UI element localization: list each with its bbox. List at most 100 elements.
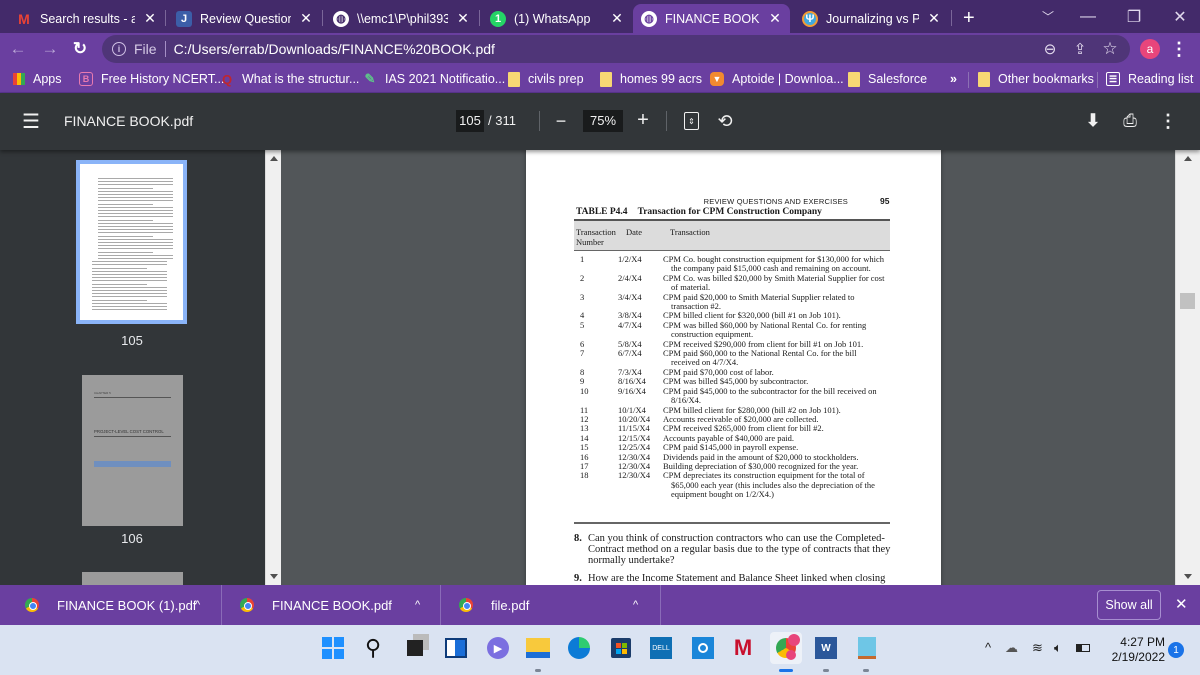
bookmark-free-history[interactable]: B Free History NCERT... — [79, 69, 224, 89]
cortana-icon[interactable] — [690, 635, 716, 661]
info-icon[interactable]: i — [112, 42, 126, 56]
close-tab-icon[interactable]: ✕ — [299, 10, 313, 27]
scroll-down-icon[interactable] — [269, 574, 278, 579]
bookmark-ias[interactable]: ✎ IAS 2021 Notificatio... — [363, 69, 506, 89]
close-window-button[interactable]: ✕ — [1157, 0, 1200, 33]
search-icon[interactable]: ⚲ — [360, 635, 386, 661]
ms-store-icon[interactable] — [608, 635, 634, 661]
mcafee-icon[interactable]: M — [730, 635, 756, 661]
sidebar-scrollbar[interactable] — [265, 150, 281, 585]
chrome-icon — [25, 598, 39, 612]
rotate-button[interactable]: ⟲ — [714, 109, 736, 133]
battery-icon[interactable] — [1076, 640, 1090, 652]
address-bar[interactable]: i File C:/Users/errab/Downloads/FINANCE%… — [102, 35, 1130, 63]
print-button[interactable]: ⎙ — [1119, 109, 1141, 133]
chrome-taskbar-icon[interactable] — [770, 632, 802, 664]
download-item[interactable]: file.pdf ^ — [441, 585, 661, 625]
widgets-icon[interactable] — [443, 635, 469, 661]
bookmark-aptoide[interactable]: ▼ Aptoide | Downloa... — [710, 69, 844, 89]
reading-list[interactable]: ☰ Reading list — [1106, 69, 1193, 89]
transaction-number: 18 — [580, 470, 589, 481]
show-hidden-icons[interactable]: ^ — [985, 640, 991, 655]
tab-emc-share[interactable]: ◍ \\emc1\P\phil3931\ ✕ — [325, 4, 478, 33]
bookmark-star-icon[interactable]: ☆ — [1100, 39, 1120, 59]
share-icon[interactable]: ⇪ — [1070, 39, 1090, 59]
page-number-input[interactable]: 105 — [456, 110, 484, 132]
notepad-icon[interactable] — [854, 635, 880, 661]
forward-button[interactable]: → — [38, 37, 62, 61]
close-tab-icon[interactable]: ✕ — [456, 10, 470, 27]
url-scheme: File — [134, 41, 157, 57]
wifi-icon[interactable]: ≋ — [1032, 640, 1043, 656]
transaction-date: 2/4/X4 — [618, 272, 642, 283]
browser-menu-icon[interactable]: ⋮ — [1170, 37, 1188, 61]
tab-gmail[interactable]: M Search results - aks ✕ — [8, 4, 165, 33]
transaction-text: CPM Co. was billed $20,000 by Smith Mate… — [663, 272, 885, 293]
bookmark-quora[interactable]: Q What is the structur... — [220, 69, 359, 89]
show-all-button[interactable]: Show all — [1097, 590, 1161, 620]
tab-whatsapp[interactable]: 1 (1) WhatsApp ✕ — [482, 4, 632, 33]
tab-finance-book[interactable]: ◍ FINANCE BOOK.pdf ✕ — [633, 4, 790, 33]
chevron-up-icon[interactable]: ^ — [633, 599, 638, 611]
reload-button[interactable]: ↻ — [68, 37, 92, 61]
transaction-text: CPM depreciates its construction equipme… — [663, 470, 875, 500]
back-button[interactable]: ← — [6, 37, 30, 61]
table-row: 18 12/30/X4 CPM depreciates its constructi… — [574, 471, 890, 499]
bookmarks-overflow-button[interactable]: » — [950, 69, 957, 89]
profile-avatar[interactable]: a — [1140, 39, 1160, 59]
bookmark-homes[interactable]: homes 99 acrs — [600, 69, 702, 89]
bookmark-apps[interactable]: Apps — [13, 69, 62, 89]
close-shelf-icon[interactable]: ✕ — [1175, 595, 1188, 613]
close-tab-icon[interactable]: ✕ — [927, 10, 941, 27]
download-button[interactable]: ⬇ — [1083, 109, 1103, 133]
scroll-down-icon[interactable] — [1184, 574, 1192, 579]
system-clock[interactable]: 4:27 PM 2/19/2022 — [1105, 635, 1165, 665]
new-tab-button[interactable]: + — [955, 4, 985, 33]
dell-icon[interactable]: DELL — [648, 635, 674, 661]
minimize-button[interactable]: — — [1065, 0, 1111, 33]
zoom-out-button[interactable]: − — [551, 109, 571, 133]
chevron-up-icon[interactable]: ^ — [415, 599, 420, 611]
edge-icon[interactable] — [566, 635, 592, 661]
tab-review-questions[interactable]: J Review Questions, C ✕ — [168, 4, 321, 33]
thumbnail-page-105[interactable] — [76, 160, 187, 324]
notification-badge[interactable]: 1 — [1168, 642, 1184, 658]
menu-hamburger-icon[interactable]: ☰ — [20, 109, 42, 133]
other-bookmarks[interactable]: Other bookmarks — [978, 69, 1094, 89]
close-tab-icon[interactable]: ✕ — [768, 10, 782, 27]
download-item[interactable]: FINANCE BOOK (1).pdf ^ — [0, 585, 222, 625]
teams-chat-icon[interactable]: ▶ — [485, 635, 511, 661]
thumbnail-page-106[interactable]: CHAPTER 5 PROJECT-LEVEL COST CONTROL — [82, 375, 183, 526]
bookmark-civils-prep[interactable]: civils prep — [508, 69, 584, 89]
task-view-icon[interactable] — [402, 635, 428, 661]
chevron-down-icon: ﹀ — [1041, 10, 1054, 24]
pdf-title: FINANCE BOOK.pdf — [64, 113, 194, 129]
more-actions-icon[interactable]: ⋮ — [1159, 109, 1177, 133]
download-item[interactable]: FINANCE BOOK.pdf ^ — [222, 585, 441, 625]
url-text[interactable]: C:/Users/errab/Downloads/FINANCE%20BOOK.… — [174, 41, 495, 57]
zoom-level-input[interactable]: 75% — [583, 110, 623, 132]
scroll-up-icon[interactable] — [269, 156, 278, 161]
file-explorer-icon[interactable] — [525, 635, 551, 661]
thumbnail-page-107[interactable] — [82, 572, 183, 585]
thumbnail-text-line — [92, 306, 167, 307]
tab-journalizing[interactable]: Ψ Journalizing vs Post ✕ — [794, 4, 949, 33]
page-total: / 311 — [488, 113, 516, 128]
volume-icon[interactable]: 🔈︎ — [1054, 640, 1062, 656]
main-scrollbar[interactable] — [1175, 150, 1200, 585]
onedrive-icon[interactable]: ☁ — [1005, 640, 1018, 656]
scrollbar-thumb[interactable] — [1180, 293, 1195, 309]
zoom-out-icon[interactable]: ⊖ — [1040, 39, 1060, 59]
zoom-in-button[interactable]: + — [633, 108, 653, 132]
scroll-up-icon[interactable] — [1184, 156, 1192, 161]
restore-button[interactable]: ❐ — [1111, 0, 1157, 33]
close-tab-icon[interactable]: ✕ — [610, 10, 624, 27]
fit-to-page-button[interactable]: ⇕ — [684, 112, 699, 130]
chevron-up-icon[interactable]: ^ — [195, 599, 200, 611]
windows-start-icon[interactable] — [320, 635, 346, 661]
close-tab-icon[interactable]: ✕ — [143, 10, 157, 27]
word-icon[interactable]: W — [813, 635, 839, 661]
thumbnail-text-line — [98, 222, 173, 224]
bookmark-salesforce[interactable]: Salesforce — [848, 69, 927, 89]
url-divider — [164, 41, 166, 57]
